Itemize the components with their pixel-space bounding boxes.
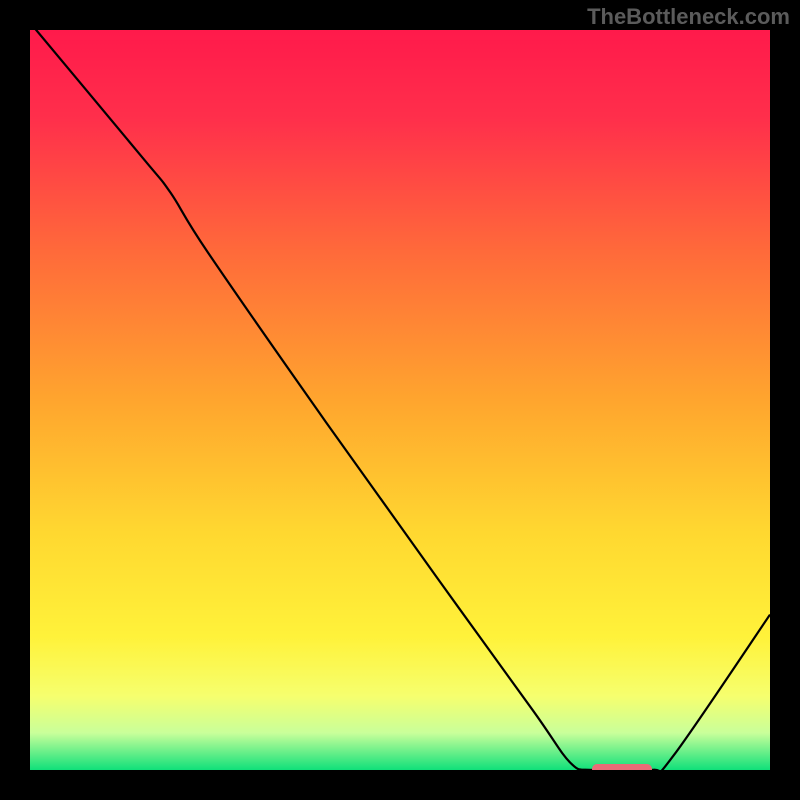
bottleneck-curve — [30, 30, 770, 770]
chart-frame: TheBottleneck.com — [0, 0, 800, 800]
watermark-text: TheBottleneck.com — [587, 4, 790, 30]
optimum-marker — [592, 764, 651, 770]
plot-area — [30, 30, 770, 770]
